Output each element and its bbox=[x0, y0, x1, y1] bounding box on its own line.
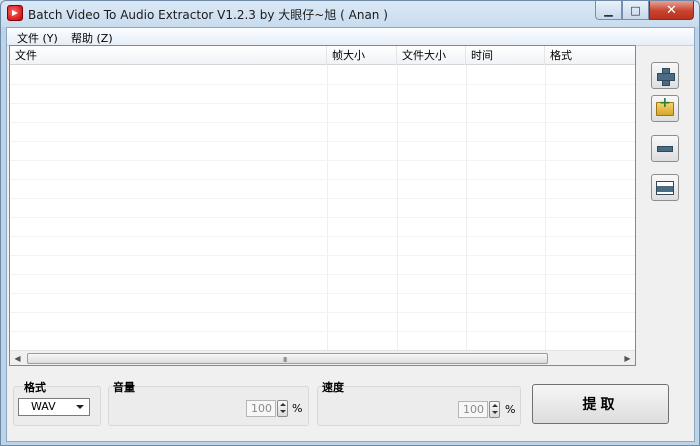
row-line bbox=[10, 274, 635, 275]
add-folder-button[interactable] bbox=[651, 95, 679, 122]
speed-unit: % bbox=[505, 403, 516, 416]
menu-file[interactable]: 文件 (Y) bbox=[17, 30, 58, 46]
chevron-down-icon bbox=[76, 405, 84, 409]
row-line bbox=[10, 84, 635, 85]
clear-list-icon bbox=[656, 180, 674, 195]
row-line bbox=[10, 293, 635, 294]
list-header: 文件 帧大小 文件大小 时间 格式 bbox=[10, 46, 635, 65]
clear-all-button[interactable] bbox=[651, 174, 679, 201]
format-label: 格式 bbox=[24, 381, 46, 394]
minimize-icon: ▁ bbox=[604, 3, 613, 17]
column-header-frame-size[interactable]: 帧大小 bbox=[327, 46, 397, 65]
row-line bbox=[10, 236, 635, 237]
row-line bbox=[10, 331, 635, 332]
format-select[interactable]: WAV bbox=[18, 398, 90, 416]
column-divider bbox=[466, 65, 467, 351]
volume-unit: % bbox=[292, 402, 303, 415]
remove-button[interactable] bbox=[651, 135, 679, 162]
speed-input[interactable]: 100 bbox=[458, 401, 488, 418]
maximize-button[interactable]: □ bbox=[622, 1, 649, 20]
row-line bbox=[10, 103, 635, 104]
window-controls: ▁ □ ✕ bbox=[595, 1, 694, 21]
row-line bbox=[10, 141, 635, 142]
close-button[interactable]: ✕ bbox=[649, 1, 694, 20]
row-line bbox=[10, 198, 635, 199]
volume-input[interactable]: 100 bbox=[246, 400, 276, 417]
menu-bar: 文件 (Y) 帮助 (Z) bbox=[7, 28, 694, 46]
column-header-time[interactable]: 时间 bbox=[466, 46, 545, 65]
scroll-left-icon[interactable]: ◀ bbox=[10, 351, 25, 365]
minus-icon bbox=[657, 145, 673, 152]
column-header-file[interactable]: 文件 bbox=[10, 46, 327, 65]
volume-label: 音量 bbox=[113, 381, 135, 394]
close-icon: ✕ bbox=[666, 2, 677, 18]
scroll-right-icon[interactable]: ▶ bbox=[620, 351, 635, 365]
window-title: Batch Video To Audio Extractor V1.2.3 by… bbox=[28, 8, 388, 22]
column-divider bbox=[545, 65, 546, 351]
app-window: Batch Video To Audio Extractor V1.2.3 by… bbox=[0, 0, 700, 446]
file-list[interactable]: 文件 帧大小 文件大小 时间 格式 ◀ III ▶ bbox=[9, 45, 636, 366]
maximize-icon: □ bbox=[630, 3, 641, 17]
minimize-button[interactable]: ▁ bbox=[595, 1, 622, 20]
menu-help[interactable]: 帮助 (Z) bbox=[71, 30, 113, 46]
row-line bbox=[10, 160, 635, 161]
app-audio-icon bbox=[7, 5, 23, 21]
volume-spinner[interactable] bbox=[277, 400, 288, 417]
format-selected-value: WAV bbox=[31, 400, 56, 413]
client-area: 文件 (Y) 帮助 (Z) 文件 帧大小 文件大小 时间 格式 ◀ III ▶ bbox=[6, 27, 695, 442]
title-bar[interactable]: Batch Video To Audio Extractor V1.2.3 by… bbox=[1, 1, 699, 27]
column-divider bbox=[397, 65, 398, 351]
folder-add-icon bbox=[656, 95, 674, 116]
row-line bbox=[10, 179, 635, 180]
row-line bbox=[10, 255, 635, 256]
scroll-grip: III bbox=[283, 356, 287, 364]
add-files-button[interactable] bbox=[651, 62, 679, 89]
column-divider bbox=[327, 65, 328, 351]
horizontal-scrollbar[interactable]: ◀ III ▶ bbox=[10, 350, 635, 365]
scroll-thumb[interactable]: III bbox=[27, 353, 548, 364]
speed-spinner[interactable] bbox=[489, 401, 500, 418]
speed-label: 速度 bbox=[322, 381, 344, 394]
plus-icon bbox=[657, 67, 675, 86]
row-line bbox=[10, 217, 635, 218]
row-line bbox=[10, 312, 635, 313]
extract-button[interactable]: 提取 bbox=[532, 384, 669, 424]
column-header-format[interactable]: 格式 bbox=[545, 46, 635, 65]
column-header-file-size[interactable]: 文件大小 bbox=[397, 46, 466, 65]
row-line bbox=[10, 122, 635, 123]
